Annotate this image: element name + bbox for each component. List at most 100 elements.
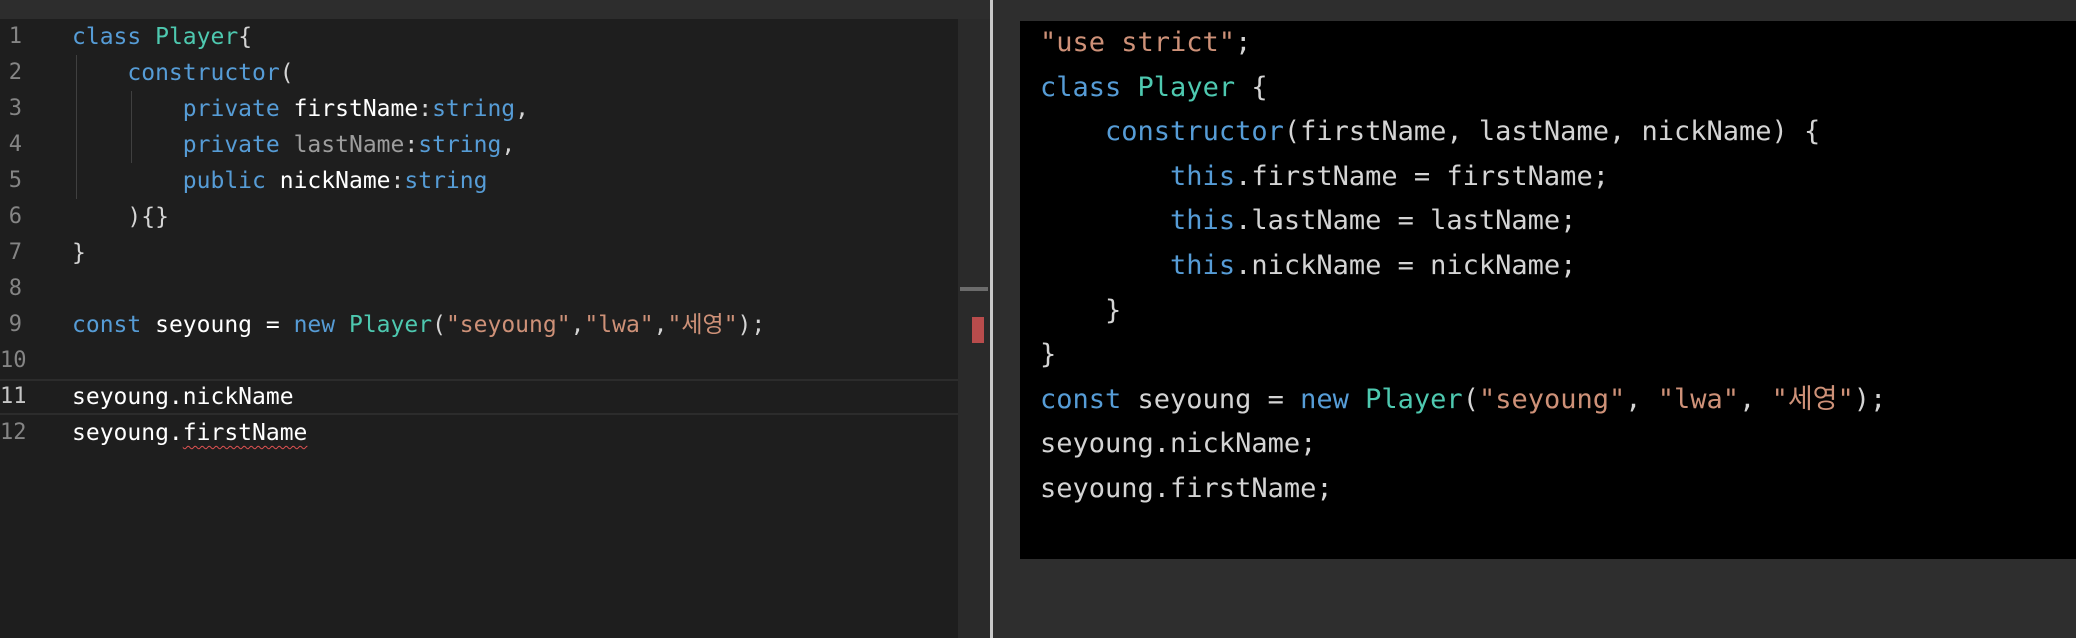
code-token: { [1235,71,1268,103]
line-number: 6 [8,204,22,229]
editor-code-area[interactable]: 1 class Player{2 constructor(3 private fi… [0,19,982,638]
editor-line[interactable]: 8 [0,271,958,307]
output-line: this.nickName = nickName; [1040,244,1576,288]
code-token: string [432,96,516,122]
output-line: this.firstName = firstName; [1040,155,1609,199]
code-token: , [1739,383,1772,415]
editor-line[interactable]: 11 seyoung.nickName [0,379,982,415]
code-token: this [1170,205,1236,237]
output-line: const seyoung = new Player("seyoung", "l… [1040,378,1886,422]
code-token: "lwa" [584,312,654,338]
scrollbar-error-marker[interactable] [972,317,984,343]
code-token: seyoung = [141,312,294,338]
code-token: const [1040,383,1122,415]
line-code: ){} [72,199,169,235]
code-token: , [653,312,668,338]
code-token: this [1170,160,1236,192]
code-token: ( [1462,383,1479,415]
line-code: constructor( [72,55,294,91]
code-token: string [404,168,488,194]
editor-line[interactable]: 7} [0,235,958,271]
line-code: private firstName:string, [72,91,529,127]
code-token: } [72,240,86,266]
code-token: : [418,96,433,122]
line-code: } [72,235,86,271]
code-token: "세영" [1771,383,1854,415]
editor-line[interactable]: 6 ){} [0,199,958,235]
output-line: } [1040,289,1121,333]
line-number: 9 [8,312,22,337]
code-token: (firstName, lastName, nickName) { [1283,116,1821,148]
code-token: private [182,96,280,122]
editor-line[interactable]: 3 private firstName:string, [0,91,958,127]
code-token: class [72,24,142,50]
code-token: , [1625,383,1658,415]
output-line: seyoung.firstName; [1040,467,1333,511]
compiled-output-pane: "use strict"; class Player { constructor(… [993,0,2076,638]
editor-line[interactable]: 5 public nickName:string [0,163,958,199]
code-token: class [1040,71,1122,103]
editor-line[interactable]: 4 private lastName:string, [0,127,958,163]
code-token: seyoung.nickName; [1040,428,1317,460]
code-token: ( [279,60,294,86]
code-token: seyoung = [1121,383,1301,415]
line-code: const seyoung = new Player("seyoung","lw… [72,307,765,343]
code-editor-pane[interactable]: 1 class Player{2 constructor(3 private fi… [0,0,990,638]
output-line: this.lastName = lastName; [1040,199,1576,243]
code-token: "seyoung" [445,312,571,338]
line-code: private lastName:string, [72,127,515,163]
line-number: 8 [8,276,22,301]
editor-line[interactable]: 9 const seyoung = new Player("seyoung","l… [0,307,958,343]
code-token: ); [737,312,766,338]
output-line: constructor(firstName, lastName, nickNam… [1040,110,1820,154]
code-token: private [182,132,280,158]
line-number: 2 [8,60,22,85]
code-token: new [1300,383,1349,415]
code-token: , [501,132,516,158]
code-token: const [72,312,142,338]
output-line: } [1040,333,1056,377]
code-token: : [390,168,405,194]
editor-tab-strip [0,0,990,19]
line-number: 12 [0,420,27,445]
code-token: { [238,24,253,50]
editor-line[interactable]: 10 [0,343,958,379]
editor-scrollbar[interactable] [958,19,990,638]
code-token: new [293,312,336,338]
line-code: public nickName:string [72,163,488,199]
code-token: seyoung.nickName [72,384,294,410]
code-token: "seyoung" [1478,383,1626,415]
code-token: firstName [182,420,308,446]
editor-line[interactable]: 1 class Player{ [0,19,958,55]
line-number: 10 [0,348,27,373]
code-token: Player [348,312,433,338]
code-token: : [404,132,419,158]
code-token: firstName [293,96,419,122]
code-token: ); [1853,383,1887,415]
line-code: class Player{ [72,19,252,55]
code-token: .firstName = firstName; [1235,160,1609,192]
compiled-js-output: "use strict"; class Player { constructor(… [1020,21,2076,559]
code-token: , [570,312,585,338]
line-number: 3 [8,96,22,121]
editor-line[interactable]: 2 constructor( [0,55,958,91]
editor-line[interactable]: 12 seyoung.firstName [0,415,958,451]
line-number: 5 [8,168,22,193]
code-token: .lastName = lastName; [1235,205,1577,237]
code-token: ; [1235,27,1252,58]
code-token: .nickName = nickName; [1235,250,1577,281]
code-token: "세영" [667,312,738,338]
code-token: } [1040,294,1122,326]
code-token: seyoung.firstName; [1040,473,1333,504]
